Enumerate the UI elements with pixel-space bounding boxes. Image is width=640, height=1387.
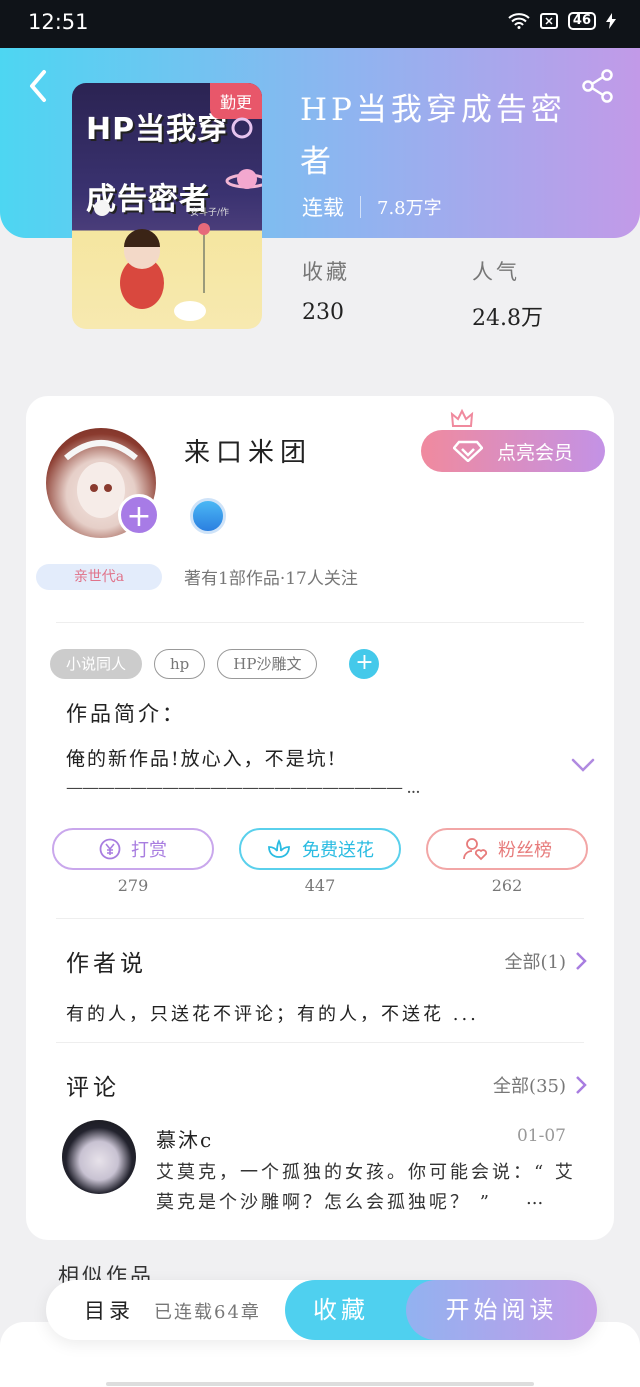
comments-all-label: 全部(35) — [493, 1076, 566, 1097]
serial-status: 连载 — [302, 196, 344, 220]
tag-item[interactable]: hp — [154, 649, 206, 679]
intro-heading: 作品简介： — [66, 702, 186, 726]
author-says-text[interactable]: 有的人，只送花不评论；有的人，不送花 ... — [66, 1000, 479, 1026]
stat-label: 人气 — [472, 260, 520, 284]
chevron-right-icon — [576, 952, 587, 970]
chevron-down-icon[interactable] — [570, 756, 596, 774]
add-tag-button[interactable]: + — [349, 649, 380, 679]
author-name[interactable]: 来口米团 — [184, 432, 312, 469]
flower-count: 447 — [304, 876, 336, 895]
crown-icon — [450, 408, 474, 427]
author-level-badge-icon — [190, 498, 226, 534]
book-cover[interactable]: HP当我穿 成告密者 勤更 安斗子/作 — [72, 83, 262, 329]
chevron-right-icon — [576, 1076, 587, 1094]
back-arrow-icon[interactable] — [24, 66, 58, 106]
tag-item[interactable]: 小说同人 — [50, 649, 143, 679]
fan-rank-icon — [463, 838, 488, 861]
comments-heading: 评论 — [66, 1075, 120, 1101]
charging-icon — [606, 13, 616, 29]
author-says-all-label: 全部(1) — [504, 952, 567, 973]
fan-count: 262 — [491, 876, 523, 895]
reward-count: 279 — [117, 876, 149, 895]
stat-value: 24.8万 — [472, 306, 543, 331]
fan-rank-button[interactable]: 粉丝榜 — [426, 828, 588, 870]
stat-label: 收藏 — [302, 260, 350, 284]
send-flower-label: 免费送花 — [302, 840, 374, 861]
stat-popularity: 人气 24.8万 — [472, 256, 543, 332]
reward-button[interactable]: 打赏 — [52, 828, 214, 870]
word-count: 7.8万字 — [377, 198, 442, 219]
tag-item[interactable]: HP沙雕文 — [217, 649, 318, 679]
diamond-icon — [452, 440, 483, 462]
follow-author-button[interactable]: + — [118, 494, 160, 536]
sim-icon — [539, 13, 558, 29]
comment-more: ... — [526, 1188, 544, 1209]
author-says-all-link[interactable]: 全部(1) — [505, 948, 589, 974]
intro-text-line2: ————————————————————— ... — [66, 778, 421, 798]
chapter-count: 已连载64章 — [154, 1302, 261, 1323]
wifi-icon — [508, 13, 530, 29]
comments-all-link[interactable]: 全部(35) — [493, 1072, 588, 1098]
status-bar: 12:51 46 — [0, 0, 640, 48]
start-reading-button[interactable]: 开始阅读 — [406, 1280, 597, 1340]
share-icon[interactable] — [580, 68, 616, 104]
author-stats: 著有1部作品·17人关注 — [184, 569, 358, 589]
vip-button[interactable]: 点亮会员 — [421, 430, 605, 472]
send-flower-button[interactable]: 免费送花 — [239, 828, 401, 870]
vip-button-label: 点亮会员 — [496, 441, 573, 464]
fan-rank-label: 粉丝榜 — [498, 840, 552, 861]
stat-value: 230 — [302, 300, 344, 325]
meta-divider — [360, 196, 361, 218]
author-says-heading: 作者说 — [66, 951, 147, 977]
status-time: 12:51 — [28, 10, 89, 34]
yen-coin-icon — [99, 838, 121, 860]
book-meta: 连载 7.8万字 — [302, 192, 442, 222]
home-indicator[interactable] — [106, 1382, 534, 1386]
commenter-name[interactable]: 慕沐c — [156, 1124, 213, 1153]
battery-level: 46 — [567, 12, 596, 30]
book-title: HP当我穿成告密者 — [300, 92, 566, 180]
intro-text: 俺的新作品!放心入，不是坑! — [66, 748, 338, 770]
divider — [56, 1042, 584, 1043]
cover-illustration — [94, 117, 262, 321]
detail-card: + 来口米团 点亮会员 亲世代a 著有1部作品·17人关注 小说同人 hp HP… — [26, 396, 614, 1240]
bottom-action-bar: 目录 已连载64章 收藏 开始阅读 — [46, 1280, 597, 1340]
comment-date: 01-07 — [516, 1126, 566, 1146]
comment-text[interactable]: 艾莫克，一个孤独的女孩。你可能会说：“ 艾莫克是个沙雕啊？怎么会孤独呢？ ” — [156, 1158, 576, 1218]
reward-label: 打赏 — [131, 840, 167, 861]
stat-favorites: 收藏 230 — [302, 256, 350, 325]
status-icons: 46 — [508, 12, 616, 30]
divider — [56, 622, 584, 623]
commenter-avatar[interactable] — [62, 1120, 136, 1194]
tag-list: 小说同人 hp HP沙雕文 + — [50, 649, 380, 679]
author-title-ribbon: 亲世代a — [36, 564, 162, 590]
toc-button[interactable]: 目录 — [84, 1295, 134, 1325]
divider — [56, 918, 584, 919]
flower-icon — [268, 838, 290, 858]
